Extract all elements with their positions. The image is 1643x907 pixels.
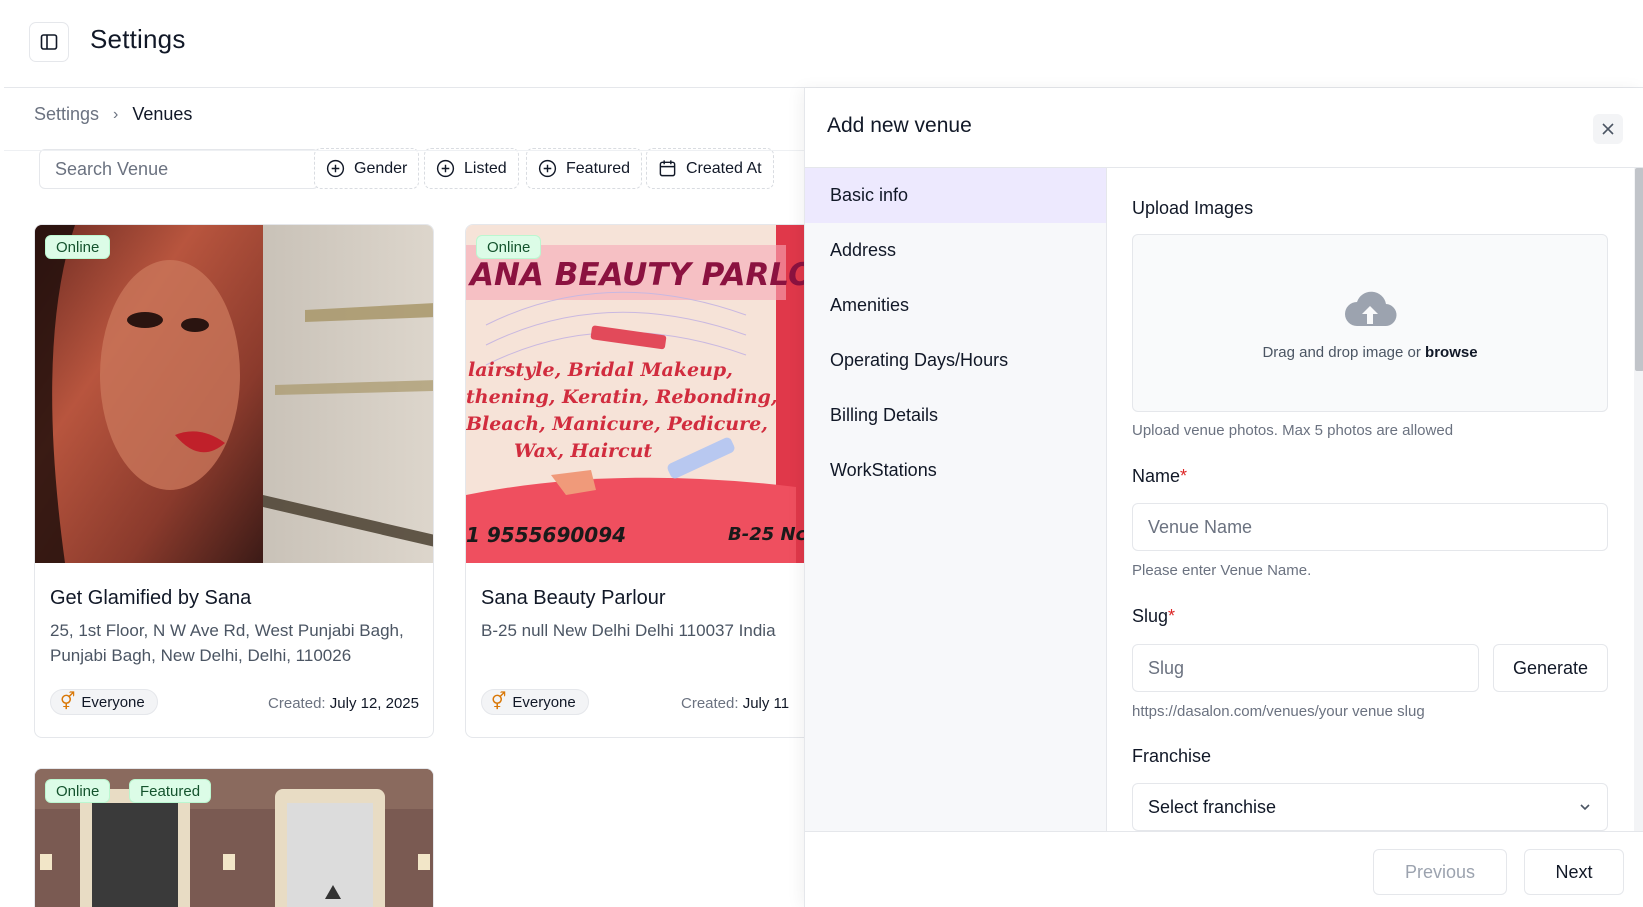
- status-badge: Online: [45, 235, 111, 259]
- search-venue-input[interactable]: [39, 149, 319, 189]
- image-dropzone[interactable]: Drag and drop image or browse: [1132, 234, 1608, 412]
- plus-circle-icon: [538, 159, 557, 178]
- slug-input[interactable]: [1132, 644, 1479, 692]
- breadcrumb-settings-link[interactable]: Settings: [34, 104, 99, 125]
- filter-featured-button[interactable]: Featured: [526, 148, 643, 189]
- required-marker: *: [1180, 466, 1188, 486]
- next-button[interactable]: Next: [1524, 849, 1624, 895]
- franchise-select[interactable]: Select franchise: [1132, 783, 1608, 831]
- top-header: Settings: [4, 0, 1643, 88]
- poster-services-line-4: Wax, Haircut: [514, 440, 652, 462]
- step-amenities[interactable]: Amenities: [805, 278, 1106, 333]
- venue-name: Get Glamified by Sana: [50, 587, 252, 609]
- status-badge: Online: [476, 235, 542, 259]
- name-label-text: Name: [1132, 466, 1181, 486]
- venue-card[interactable]: Online Featured: [34, 768, 434, 907]
- venue-address: B-25 null New Delhi Delhi 110037 India: [481, 621, 776, 640]
- step-address[interactable]: Address: [805, 223, 1106, 278]
- created-date: Created: July 11: [681, 695, 789, 712]
- step-basic-info[interactable]: Basic info: [805, 168, 1106, 223]
- name-help-text: Please enter Venue Name.: [1132, 562, 1312, 579]
- venue-card[interactable]: Online Get Glamified by Sana 25, 1st Flo…: [34, 224, 434, 738]
- gender-badge: ⚥ Everyone: [481, 689, 589, 715]
- slug-label-text: Slug: [1132, 606, 1169, 626]
- filter-gender-button[interactable]: Gender: [314, 148, 420, 189]
- venue-address: 25, 1st Floor, N W Ave Rd, West Punjabi …: [50, 621, 404, 665]
- filter-featured-label: Featured: [566, 159, 631, 177]
- gender-label: Everyone: [81, 693, 145, 711]
- venue-image: Online Featured: [35, 769, 433, 907]
- gender-label: Everyone: [512, 693, 576, 711]
- created-value: July 11: [742, 695, 790, 712]
- step-operating-hours[interactable]: Operating Days/Hours: [805, 333, 1106, 388]
- franchise-label: Franchise: [1132, 746, 1212, 766]
- breadcrumb-current: Venues: [132, 104, 193, 124]
- browse-link[interactable]: browse: [1425, 344, 1478, 361]
- slug-help-text: https://dasalon.com/venues/your venue sl…: [1132, 703, 1425, 720]
- filter-created-at-button[interactable]: Created At: [646, 148, 774, 189]
- gender-badge: ⚥ Everyone: [50, 689, 158, 715]
- close-button[interactable]: [1593, 114, 1623, 144]
- previous-button[interactable]: Previous: [1373, 849, 1507, 895]
- filter-listed-label: Listed: [464, 159, 507, 177]
- created-label: Created:: [268, 695, 326, 712]
- page-title: Settings: [90, 24, 186, 54]
- sidebar-toggle-icon: [40, 34, 58, 50]
- steps-nav: Basic info Address Amenities Operating D…: [805, 168, 1107, 831]
- drop-instruction: Drag and drop image or: [1262, 343, 1421, 361]
- filter-listed-button[interactable]: Listed: [424, 148, 519, 189]
- gender-icon: ⚥: [491, 692, 507, 711]
- created-label: Created:: [681, 695, 739, 712]
- drawer-title: Add new venue: [827, 114, 972, 137]
- featured-badge: Featured: [129, 779, 212, 803]
- venue-name-input[interactable]: [1132, 503, 1608, 551]
- generate-slug-button[interactable]: Generate: [1493, 644, 1608, 692]
- app-page: Settings Settings › Venues Gender Listed…: [0, 0, 1643, 907]
- add-venue-drawer: Add new venue Basic info Address Ameniti…: [804, 88, 1643, 907]
- step-workstations[interactable]: WorkStations: [805, 443, 1106, 498]
- upload-images-label: Upload Images: [1132, 198, 1254, 218]
- venue-image: Online: [35, 225, 433, 563]
- drawer-header: Add new venue: [805, 88, 1643, 168]
- cloud-upload-icon: [1345, 291, 1397, 326]
- filter-created-at-label: Created At: [686, 159, 762, 177]
- created-value: July 12, 2025: [329, 695, 419, 712]
- basic-info-form: Upload Images Drag and drop image or bro…: [1107, 168, 1628, 831]
- step-billing-details[interactable]: Billing Details: [805, 388, 1106, 443]
- toolbar-divider: [4, 150, 804, 151]
- drop-text: Drag and drop image or browse: [1262, 344, 1477, 361]
- poster-services-line-2: thening, Keratin, Rebonding,: [466, 386, 777, 408]
- calendar-icon: [659, 160, 676, 177]
- drawer-footer: Previous Next: [805, 831, 1643, 907]
- form-scrollbar-thumb[interactable]: [1635, 168, 1643, 371]
- chevron-down-icon: [1580, 804, 1590, 811]
- created-date: Created: July 12, 2025: [268, 695, 419, 712]
- name-label: Name*: [1132, 466, 1187, 487]
- plus-circle-icon: [436, 159, 455, 178]
- gender-icon: ⚥: [60, 692, 76, 711]
- poster-services-line-3: Bleach, Manicure, Pedicure,: [466, 413, 768, 435]
- poster-services-line-1: lairstyle, Bridal Makeup,: [468, 359, 733, 381]
- close-icon: [1602, 123, 1614, 135]
- venue-name: Sana Beauty Parlour: [481, 587, 666, 609]
- plus-circle-icon: [326, 159, 345, 178]
- required-marker: *: [1168, 606, 1176, 626]
- franchise-select-value: Select franchise: [1148, 796, 1277, 817]
- status-badge: Online: [45, 779, 111, 803]
- filter-gender-label: Gender: [354, 159, 408, 177]
- venue-photo-illustration: [35, 225, 433, 563]
- breadcrumb-chevron-icon: ›: [113, 105, 119, 123]
- breadcrumb: Settings › Venues: [34, 104, 192, 125]
- poster-phone-text: 1 9555690094: [466, 523, 626, 547]
- sidebar-toggle-button[interactable]: [29, 22, 69, 62]
- poster-location-text: B-25 Nc: [728, 524, 807, 545]
- slug-label: Slug*: [1132, 606, 1175, 627]
- upload-help-text: Upload venue photos. Max 5 photos are al…: [1132, 422, 1454, 439]
- venue-card-body: Get Glamified by Sana 25, 1st Floor, N W…: [35, 563, 433, 737]
